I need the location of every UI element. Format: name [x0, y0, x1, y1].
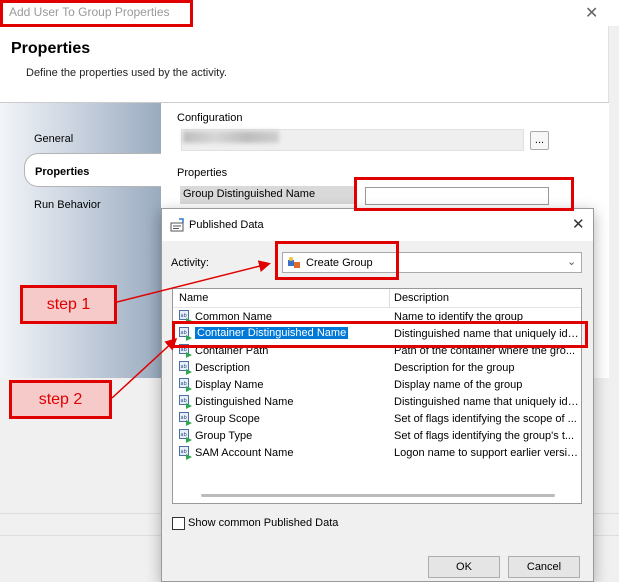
step2-callout: step 2 [9, 380, 112, 419]
step2-arrow [111, 337, 178, 399]
highlight-property-input [354, 177, 574, 211]
highlight-selected-row [172, 321, 588, 348]
step1-arrow [116, 260, 271, 303]
highlight-activity-select [275, 241, 399, 280]
step1-callout: step 1 [20, 285, 117, 324]
highlight-window-title [0, 0, 193, 27]
